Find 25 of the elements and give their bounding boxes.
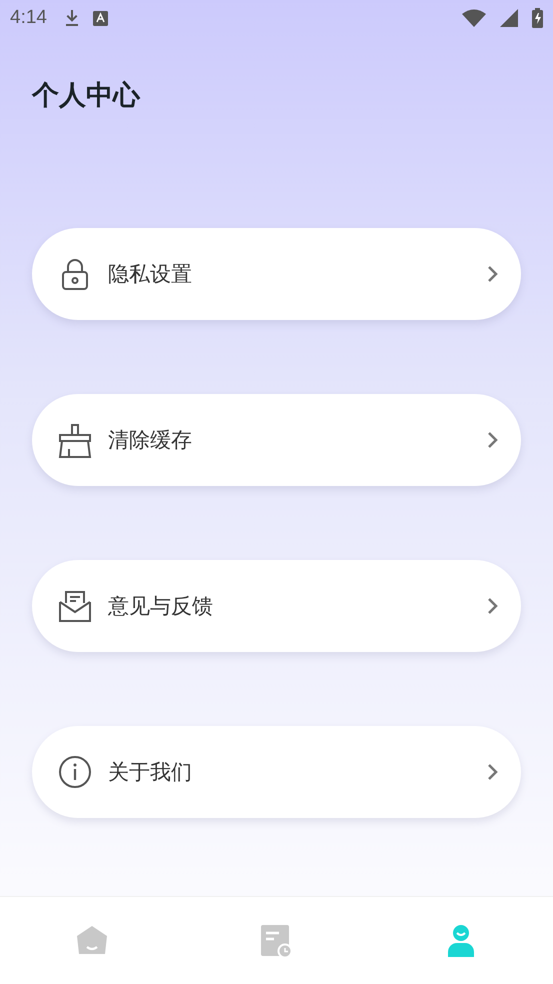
home-icon xyxy=(76,924,108,956)
menu-label: 清除缓存 xyxy=(108,427,193,454)
download-icon xyxy=(64,9,79,27)
envelope-icon xyxy=(58,590,92,622)
document-icon xyxy=(260,924,292,956)
menu-item[interactable]: 隐私设置 xyxy=(32,228,521,320)
signal-icon xyxy=(500,9,518,27)
chevron-icon xyxy=(487,597,499,615)
menu-label: 意见与反馈 xyxy=(108,593,214,620)
wifi-icon xyxy=(462,9,486,27)
info-icon xyxy=(58,755,92,789)
chevron-icon xyxy=(487,431,499,449)
battery-icon xyxy=(532,8,543,28)
page-title: 个人中心 xyxy=(32,79,142,113)
status-time: 4:14 xyxy=(10,7,47,29)
menu-label: 隐私设置 xyxy=(108,261,193,288)
menu-item[interactable]: 清除缓存 xyxy=(32,394,521,486)
menu-item[interactable]: 关于我们 xyxy=(32,726,521,818)
chevron-icon xyxy=(487,763,499,781)
chevron-icon xyxy=(487,265,499,283)
keyboard-icon xyxy=(92,10,108,26)
menu-label: 关于我们 xyxy=(108,759,193,786)
person-icon xyxy=(448,924,474,956)
menu-item[interactable]: 意见与反馈 xyxy=(32,560,521,652)
broom-icon xyxy=(58,422,92,458)
